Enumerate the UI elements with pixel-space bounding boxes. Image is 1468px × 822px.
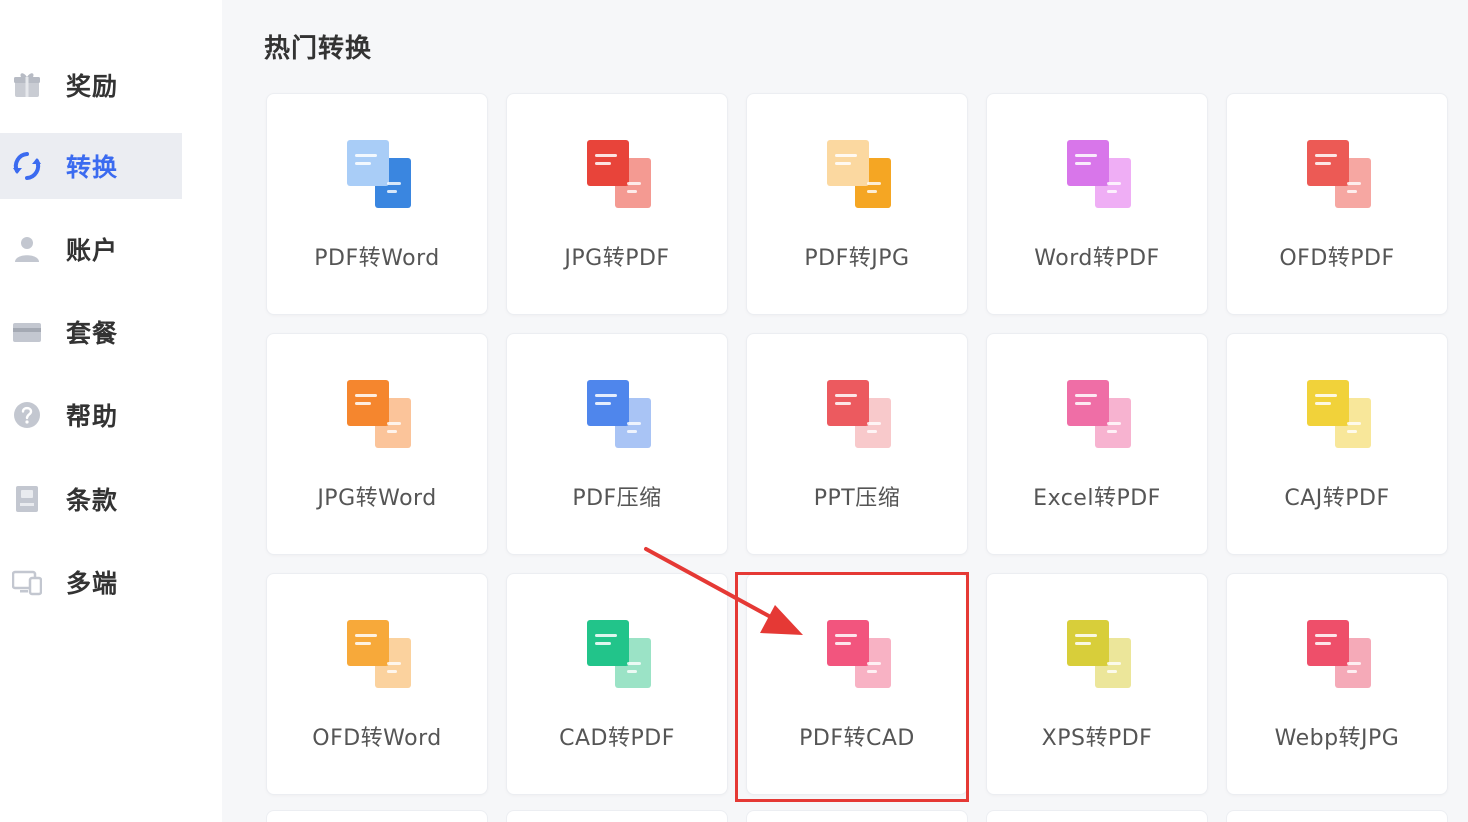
help-icon <box>14 402 40 428</box>
sidebar-item-convert[interactable]: 转换 <box>0 133 182 199</box>
tool-card-label: PDF转Word <box>314 246 440 271</box>
ofd-to-word-icon <box>347 620 411 688</box>
sidebar: 奖励 转换 账户 套餐 帮助 条款 多端 <box>0 0 222 822</box>
card-edge <box>1226 810 1448 822</box>
highlight-annotation-box <box>735 572 969 802</box>
sidebar-item-label: 条款 <box>66 486 119 515</box>
webp-to-jpg-icon <box>1307 620 1371 688</box>
sidebar-item-account[interactable]: 账户 <box>0 216 182 282</box>
card-icon <box>13 323 41 342</box>
ppt-compress-icon <box>827 380 891 448</box>
tool-card-label: OFD转Word <box>312 726 442 751</box>
tool-card-label: Word转PDF <box>1034 246 1160 271</box>
devices-icon <box>12 570 42 596</box>
ofd-to-pdf-icon <box>1307 140 1371 208</box>
tool-card-label: JPG转PDF <box>564 246 670 271</box>
card-edge <box>266 810 488 822</box>
sidebar-item-label: 转换 <box>66 153 119 182</box>
tool-card-label: XPS转PDF <box>1041 726 1153 751</box>
tool-card-jpg-to-pdf[interactable]: JPG转PDF <box>506 93 728 315</box>
sidebar-item-label: 账户 <box>66 236 119 265</box>
tool-card-label: OFD转PDF <box>1279 246 1395 271</box>
tool-card-xps-to-pdf[interactable]: XPS转PDF <box>986 573 1208 795</box>
gift-icon <box>14 73 40 97</box>
tool-card-jpg-to-word[interactable]: JPG转Word <box>266 333 488 555</box>
tool-card-label: Webp转JPG <box>1274 726 1400 751</box>
tool-card-label: PPT压缩 <box>813 486 901 511</box>
tool-card-pdf-compress[interactable]: PDF压缩 <box>506 333 728 555</box>
tool-card-cad-to-pdf[interactable]: CAD转PDF <box>506 573 728 795</box>
sidebar-item-multi-device[interactable]: 多端 <box>0 549 182 615</box>
tool-card-label: PDF压缩 <box>572 486 662 511</box>
card-edge <box>986 810 1208 822</box>
sidebar-item-help[interactable]: 帮助 <box>0 382 182 448</box>
xps-to-pdf-icon <box>1067 620 1131 688</box>
word-to-pdf-icon <box>1067 140 1131 208</box>
sidebar-item-label: 多端 <box>66 569 119 598</box>
tool-card-pdf-to-jpg[interactable]: PDF转JPG <box>746 93 968 315</box>
pdf-compress-icon <box>587 380 651 448</box>
tool-card-webp-to-jpg[interactable]: Webp转JPG <box>1226 573 1448 795</box>
tool-card-caj-to-pdf[interactable]: CAJ转PDF <box>1226 333 1448 555</box>
tool-card-word-to-pdf[interactable]: Word转PDF <box>986 93 1208 315</box>
sidebar-item-rewards[interactable]: 奖励 <box>0 52 182 118</box>
pdf-to-word-icon <box>347 140 411 208</box>
card-edge <box>746 810 968 822</box>
sidebar-item-plans[interactable]: 套餐 <box>0 299 182 365</box>
tool-card-label: Excel转PDF <box>1033 486 1161 511</box>
sidebar-item-label: 帮助 <box>66 402 119 431</box>
section-title: 热门转换 <box>264 34 373 64</box>
caj-to-pdf-icon <box>1307 380 1371 448</box>
tool-card-ofd-to-pdf[interactable]: OFD转PDF <box>1226 93 1448 315</box>
tool-card-label: PDF转JPG <box>804 246 910 271</box>
sidebar-item-label: 奖励 <box>66 72 119 101</box>
pdf-to-jpg-icon <box>827 140 891 208</box>
excel-to-pdf-icon <box>1067 380 1131 448</box>
card-edge <box>506 810 728 822</box>
tool-card-ofd-to-word[interactable]: OFD转Word <box>266 573 488 795</box>
convert-icon <box>13 152 41 180</box>
tool-card-excel-to-pdf[interactable]: Excel转PDF <box>986 333 1208 555</box>
jpg-to-pdf-icon <box>587 140 651 208</box>
user-icon <box>15 237 39 262</box>
tool-card-label: CAJ转PDF <box>1284 486 1390 511</box>
jpg-to-word-icon <box>347 380 411 448</box>
tool-card-ppt-compress[interactable]: PPT压缩 <box>746 333 968 555</box>
tool-card-label: JPG转Word <box>317 486 437 511</box>
sidebar-item-terms[interactable]: 条款 <box>0 466 182 532</box>
cad-to-pdf-icon <box>587 620 651 688</box>
tool-card-pdf-to-word[interactable]: PDF转Word <box>266 93 488 315</box>
tool-card-label: CAD转PDF <box>559 726 675 751</box>
document-icon <box>16 486 38 512</box>
sidebar-item-label: 套餐 <box>66 319 119 348</box>
